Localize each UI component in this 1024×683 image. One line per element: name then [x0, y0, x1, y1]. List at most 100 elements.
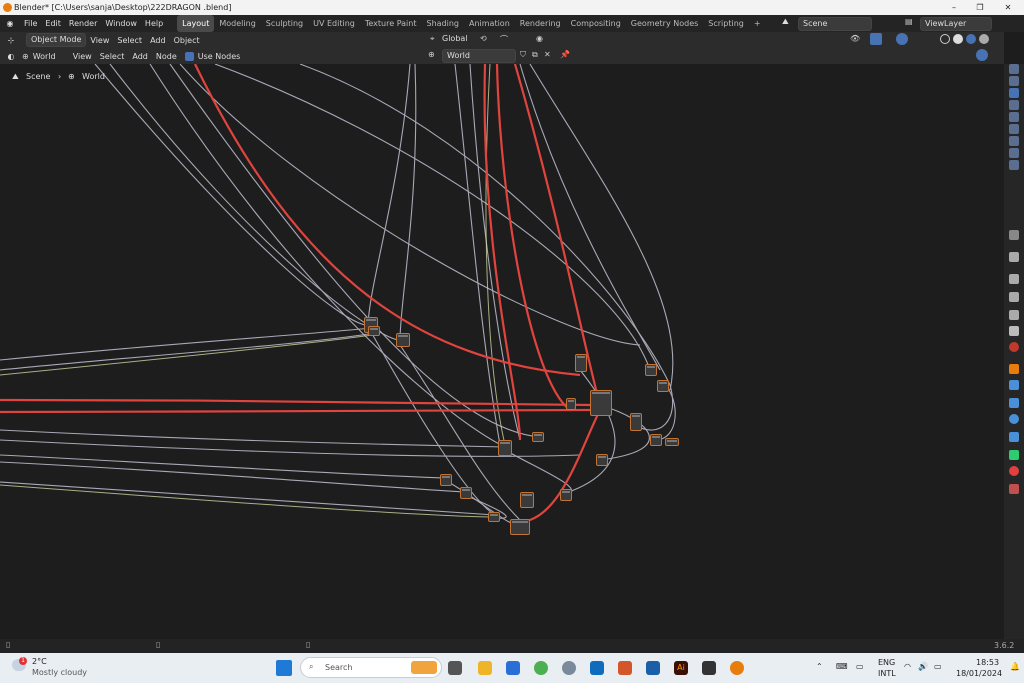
menu-node[interactable]: Node	[152, 48, 181, 65]
tab-sculpting[interactable]: Sculpting	[261, 15, 308, 32]
menu-add[interactable]: Add	[146, 32, 170, 49]
tray-chevron-icon[interactable]: ⌃	[816, 662, 823, 671]
shader-node[interactable]	[650, 434, 662, 446]
tab-animation[interactable]: Animation	[464, 15, 515, 32]
visibility-icon[interactable]: 👁	[850, 34, 860, 43]
shader-node[interactable]	[630, 413, 642, 431]
settings-icon[interactable]	[562, 661, 576, 675]
menu-select[interactable]: Select	[113, 32, 146, 49]
breadcrumb-world[interactable]: World	[82, 72, 105, 81]
tab-geometry-nodes[interactable]: Geometry Nodes	[626, 15, 703, 32]
view-layer-icon[interactable]	[1009, 310, 1019, 320]
menu-select-nodes[interactable]: Select	[96, 48, 129, 65]
tab-uv-editing[interactable]: UV Editing	[308, 15, 360, 32]
tab-rendering[interactable]: Rendering	[515, 15, 566, 32]
shader-type-dropdown[interactable]: World	[29, 48, 69, 65]
texture-icon[interactable]	[1009, 484, 1019, 494]
shader-node[interactable]	[532, 432, 544, 442]
orientation-dropdown[interactable]: Global	[442, 34, 468, 43]
shader-node[interactable]	[566, 398, 576, 410]
modifier-icon[interactable]	[1009, 380, 1019, 390]
world-datablock-field[interactable]: World	[442, 49, 516, 63]
clock-date[interactable]: 18/01/2024	[956, 669, 1002, 678]
world-properties-icon[interactable]	[1009, 342, 1019, 352]
language-primary[interactable]: ENG	[878, 658, 895, 667]
pin-icon[interactable]: 📌	[560, 50, 570, 59]
keyboard-icon[interactable]: ⌨	[836, 662, 848, 671]
file-explorer-icon[interactable]	[478, 661, 492, 675]
shader-node[interactable]	[665, 438, 679, 446]
shader-node[interactable]	[488, 512, 500, 522]
camera-view-icon[interactable]	[1009, 112, 1019, 122]
shader-node[interactable]	[510, 519, 530, 535]
render-icon[interactable]	[1009, 274, 1019, 284]
tab-texture-paint[interactable]: Texture Paint	[360, 15, 422, 32]
weather-temp[interactable]: 2°C	[32, 657, 47, 666]
material-shading-icon[interactable]	[966, 34, 976, 44]
menu-edit[interactable]: Edit	[41, 15, 65, 32]
camera-view-icon[interactable]	[1009, 76, 1019, 86]
physics-icon[interactable]	[1009, 414, 1019, 424]
editor-type-icon[interactable]: ⊹	[0, 36, 22, 45]
menu-window[interactable]: Window	[101, 15, 141, 32]
material-icon[interactable]	[1009, 466, 1019, 476]
sticky-notes-icon[interactable]	[702, 661, 716, 675]
wireframe-shading-icon[interactable]	[940, 34, 950, 44]
add-workspace-button[interactable]: +	[749, 15, 766, 32]
language-secondary[interactable]: INTL	[878, 669, 896, 678]
unlink-icon[interactable]: ✕	[544, 50, 551, 59]
overlay-toggle-icon[interactable]	[896, 33, 908, 45]
node-editor-type-icon[interactable]: ◐	[0, 52, 22, 61]
shader-node[interactable]	[657, 380, 669, 392]
duplicate-icon[interactable]: ⧉	[532, 50, 538, 60]
output-icon[interactable]	[1009, 292, 1019, 302]
object-properties-icon[interactable]	[1009, 364, 1019, 374]
close-button[interactable]: ✕	[994, 0, 1022, 15]
node-editor-canvas[interactable]: ⛰ Scene › ⊕ World	[0, 64, 1004, 639]
camera-view-icon[interactable]	[1009, 148, 1019, 158]
camera-view-icon[interactable]	[1009, 64, 1019, 74]
tab-shading[interactable]: Shading	[421, 15, 464, 32]
shader-node[interactable]	[460, 487, 472, 499]
menu-help[interactable]: Help	[141, 15, 167, 32]
scene-properties-icon[interactable]	[1009, 326, 1019, 336]
blender-taskbar-icon[interactable]	[730, 661, 744, 675]
menu-view[interactable]: View	[86, 32, 113, 49]
object-mode-dropdown[interactable]: Object Mode	[26, 33, 87, 47]
menu-object[interactable]: Object	[170, 32, 204, 49]
app-icon[interactable]	[618, 661, 632, 675]
snap-icon[interactable]: ⌒	[500, 34, 508, 45]
rendered-shading-icon[interactable]	[979, 34, 989, 44]
menu-view-nodes[interactable]: View	[69, 48, 96, 65]
weather-desc[interactable]: Mostly cloudy	[32, 668, 87, 677]
display-icon[interactable]: ▭	[856, 662, 864, 671]
battery-icon[interactable]: ▭	[934, 662, 942, 671]
clock-time[interactable]: 18:53	[976, 658, 999, 667]
minimize-button[interactable]: –	[940, 0, 968, 15]
camera-view-icon[interactable]	[1009, 136, 1019, 146]
shader-node[interactable]	[368, 326, 380, 336]
mail-icon[interactable]	[646, 661, 660, 675]
constraints-icon[interactable]	[1009, 432, 1019, 442]
shader-node[interactable]	[440, 474, 452, 486]
outlook-icon[interactable]	[590, 661, 604, 675]
camera-view-icon[interactable]	[1009, 100, 1019, 110]
notifications-icon[interactable]: 🔔	[1010, 662, 1020, 671]
start-icon[interactable]	[276, 660, 292, 676]
menu-file[interactable]: File	[20, 15, 41, 32]
gizmo-toggle-icon[interactable]	[870, 33, 882, 45]
camera-view-icon[interactable]	[1009, 88, 1019, 98]
tab-scripting[interactable]: Scripting	[703, 15, 749, 32]
store-icon[interactable]	[506, 661, 520, 675]
wifi-icon[interactable]: ◠	[904, 662, 911, 671]
blender-menu-icon[interactable]: ◉	[0, 19, 20, 28]
solid-shading-icon[interactable]	[953, 34, 963, 44]
proportional-edit-icon[interactable]: ◉	[536, 34, 543, 43]
shader-node[interactable]	[645, 364, 657, 376]
tool-icon[interactable]	[1009, 252, 1019, 262]
shader-node[interactable]	[560, 489, 572, 501]
shader-node[interactable]	[396, 333, 410, 347]
tab-modeling[interactable]: Modeling	[214, 15, 260, 32]
camera-view-icon[interactable]	[1009, 160, 1019, 170]
particles-icon[interactable]	[1009, 398, 1019, 408]
